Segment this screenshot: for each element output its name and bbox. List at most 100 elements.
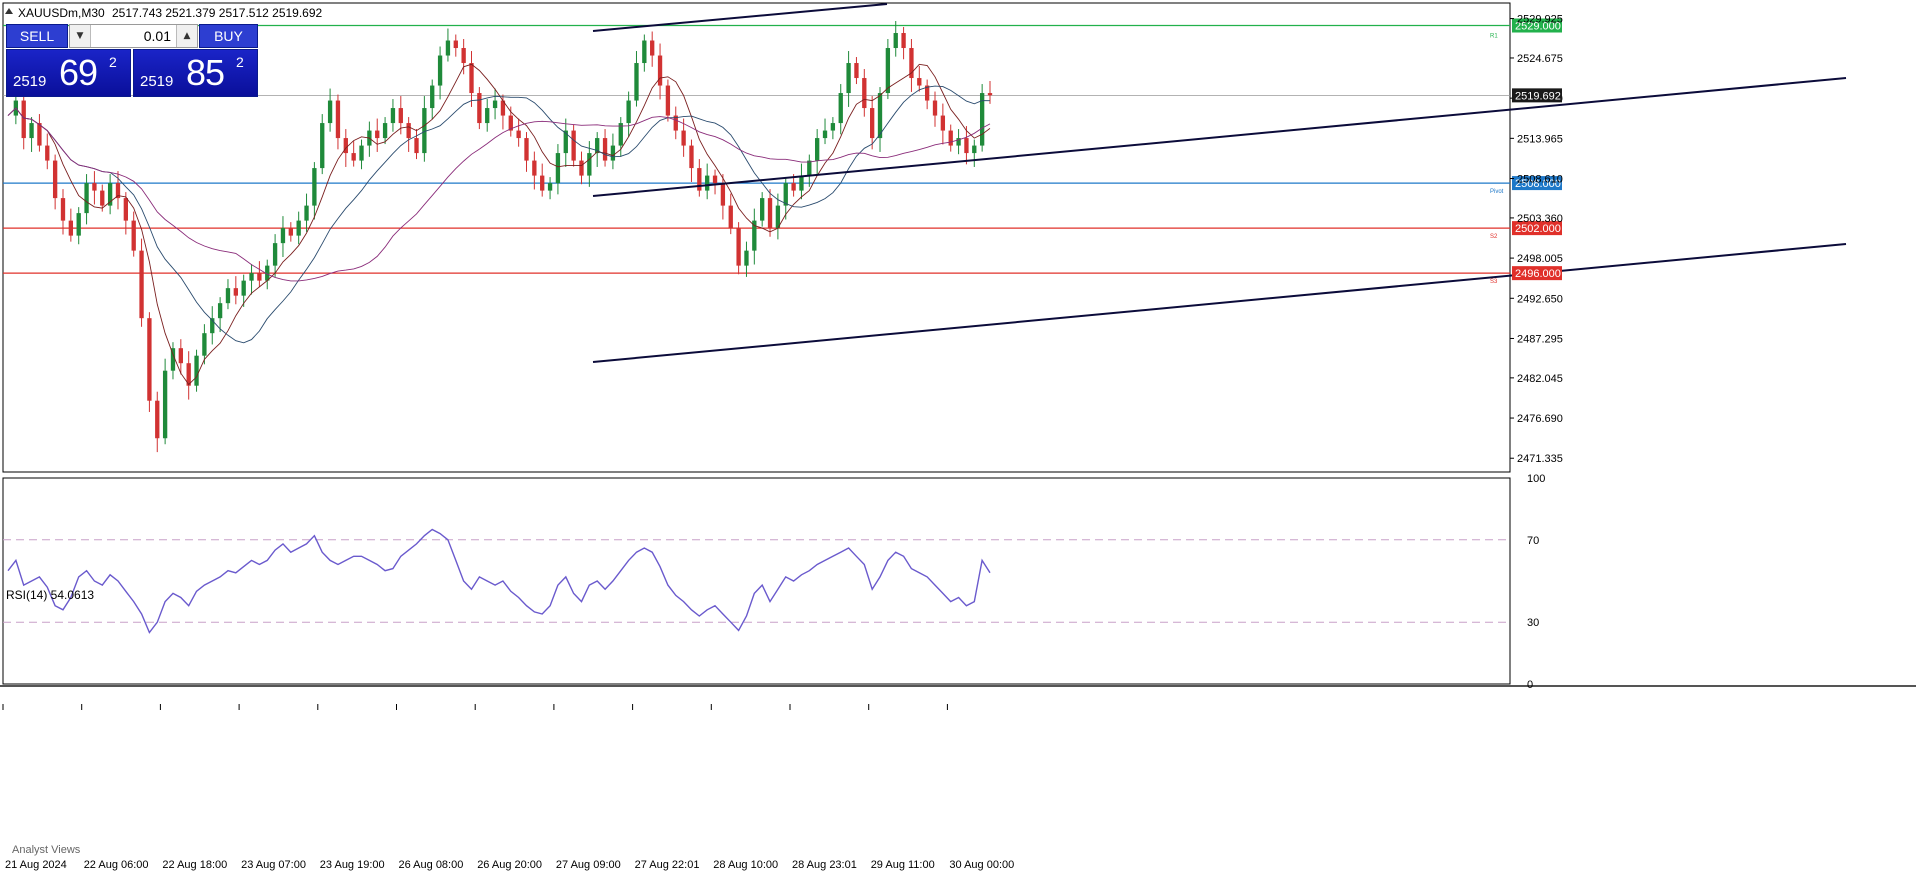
candle-body: [948, 130, 953, 146]
candle-body: [45, 145, 50, 161]
sell-button[interactable]: SELL: [6, 24, 68, 48]
price-axis-label: 2476.690: [1517, 413, 1563, 425]
candle-body: [893, 33, 898, 49]
candle-body: [469, 63, 474, 94]
buy-price-fraction: 2: [236, 54, 244, 70]
candle-body: [155, 400, 160, 439]
candle-body: [320, 123, 325, 169]
candle-body: [712, 175, 718, 184]
candle-body: [437, 55, 443, 86]
buy-price-box[interactable]: 2519 85 2: [133, 49, 258, 97]
last-price-label: 2519.692: [1515, 90, 1561, 102]
price-axis-label: 2503.360: [1517, 213, 1563, 225]
candle-body: [37, 123, 42, 146]
candle-body: [665, 85, 671, 116]
candle-body: [783, 183, 788, 206]
candle-body: [453, 40, 458, 49]
candle-body: [422, 108, 427, 154]
candle-body: [398, 108, 403, 124]
chart-canvas[interactable]: R1PivotS2S3 2529.0002508.0002502.0002496…: [0, 0, 1916, 874]
candle-body: [610, 145, 616, 161]
candle-body: [217, 303, 223, 319]
buy-price-pips: 85: [186, 52, 225, 93]
time-axis-label: 27 Aug 09:00: [556, 859, 621, 871]
candle-body: [877, 93, 883, 139]
candle-body: [382, 123, 388, 139]
candle-body: [602, 138, 608, 161]
time-axis-label: 23 Aug 07:00: [241, 859, 306, 871]
lot-increase-icon[interactable]: ▲: [176, 25, 197, 47]
price-axis-label: 2508.610: [1517, 174, 1563, 186]
candle-body: [76, 213, 81, 236]
candle-body: [92, 183, 97, 191]
candle-body: [178, 348, 183, 364]
candle-body: [587, 153, 592, 176]
price-axis-label: 2487.295: [1517, 333, 1563, 345]
candle-body: [744, 250, 749, 266]
candle-body: [131, 220, 136, 251]
candle-body: [485, 108, 490, 124]
candle-body: [657, 55, 663, 86]
candle-body: [147, 318, 152, 401]
candle-body: [524, 138, 529, 161]
candle-body: [477, 93, 482, 124]
candle-body: [359, 145, 364, 161]
candle-body: [461, 48, 466, 64]
candle-body: [304, 205, 309, 221]
candle-body: [854, 63, 859, 79]
candle-body: [987, 93, 993, 96]
sell-price-major: 2519: [13, 73, 47, 90]
candle-body: [689, 145, 694, 169]
ohlc-label: 2517.743 2521.379 2517.512 2519.692: [112, 6, 323, 20]
candle-body: [697, 168, 702, 191]
candle-body: [964, 138, 969, 154]
candle-body: [21, 100, 26, 139]
time-axis-label: 29 Aug 11:00: [871, 859, 935, 871]
candle-body: [540, 175, 545, 191]
candle-body: [901, 33, 906, 49]
candle-body: [532, 160, 537, 176]
candle-body: [815, 138, 820, 161]
level-tag-s2: S2: [1490, 234, 1498, 240]
candle-body: [272, 243, 278, 266]
price-axis-label: 2498.005: [1517, 253, 1563, 265]
buy-button[interactable]: BUY: [199, 24, 258, 48]
candle-body: [760, 198, 765, 221]
candle-body: [516, 130, 521, 139]
candle-body: [626, 100, 631, 124]
candle-body: [767, 198, 773, 229]
candle-body: [233, 288, 238, 296]
candle-body: [846, 63, 851, 94]
candle-body: [705, 175, 710, 191]
candle-body: [736, 228, 741, 266]
candle-body: [917, 78, 922, 86]
candle-body: [791, 183, 796, 191]
analyst-views-label[interactable]: Analyst Views: [12, 844, 81, 856]
candle-body: [351, 153, 356, 161]
candle-body: [202, 333, 207, 356]
candle-body: [375, 130, 380, 139]
time-axis-label: 22 Aug 18:00: [162, 859, 227, 871]
time-axis-label: 22 Aug 06:00: [84, 859, 149, 871]
candle-body: [52, 160, 58, 199]
time-axis-label: 27 Aug 22:01: [635, 859, 700, 871]
rsi-axis-label: 70: [1527, 535, 1539, 547]
candle-body: [720, 183, 726, 206]
lot-size-value[interactable]: 0.01: [144, 28, 171, 44]
level-price-label: 2496.000: [1515, 268, 1561, 280]
candle-body: [885, 48, 891, 94]
price-axis-label: 2524.675: [1517, 53, 1563, 65]
candle-body: [492, 100, 498, 109]
candle-body: [940, 115, 946, 131]
symbol-label: XAUUSDm,M30: [18, 6, 105, 20]
candle-body: [312, 168, 317, 206]
sell-price-box[interactable]: 2519 69 2: [6, 49, 131, 97]
candle-body: [68, 220, 74, 236]
candle-body: [571, 130, 576, 161]
candle-body: [249, 273, 254, 281]
candle-body: [634, 63, 639, 101]
lot-size-stepper[interactable]: ▼ 0.01 ▲: [69, 24, 198, 48]
level-tag-r1: R1: [1490, 34, 1498, 40]
lot-decrease-icon[interactable]: ▼: [70, 25, 91, 47]
price-axis-label: 2513.965: [1517, 133, 1563, 145]
